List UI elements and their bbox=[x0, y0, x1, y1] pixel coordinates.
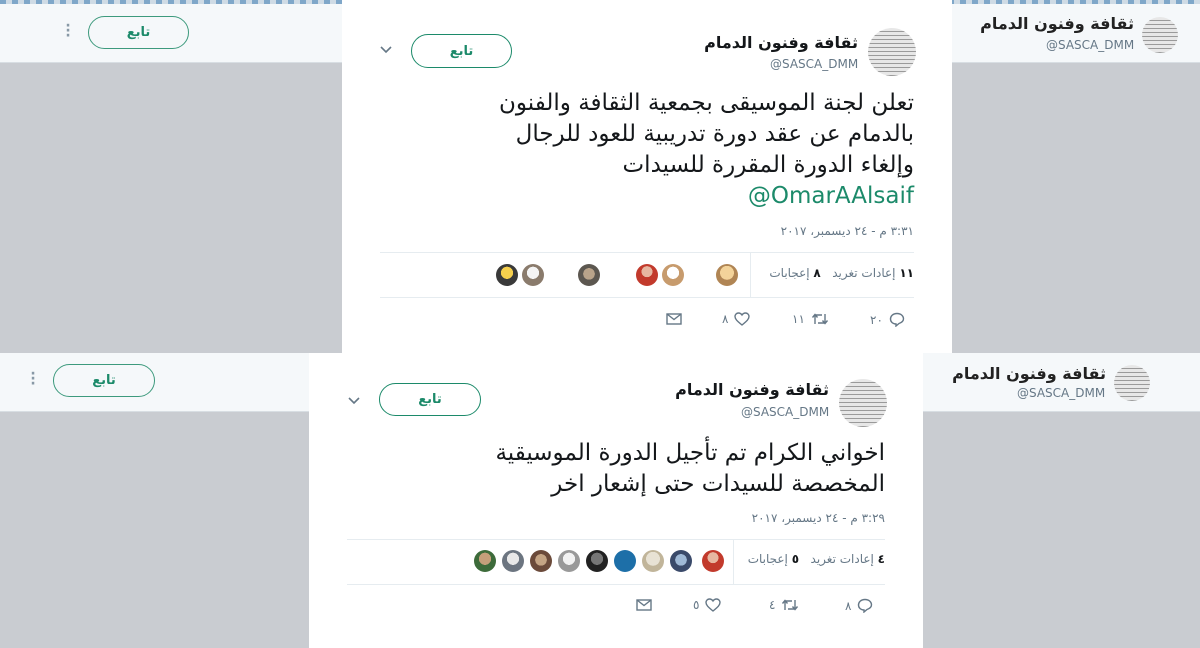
reply-count: ٢٠ bbox=[870, 312, 883, 327]
account-name[interactable]: ثقافة وفنون الدمام bbox=[675, 380, 829, 399]
retweet-icon bbox=[811, 313, 828, 325]
tweet-timestamp[interactable]: ٣:٢٩ م - ٢٤ ديسمبر، ٢٠١٧ bbox=[752, 511, 885, 525]
liker-avatar[interactable] bbox=[670, 550, 692, 572]
like-icon bbox=[734, 312, 751, 326]
tweet-line: تعلن لجنة الموسيقى بجمعية الثقافة والفنو… bbox=[499, 90, 914, 116]
background-account-handle-2: @SASCA_DMM bbox=[1017, 386, 1106, 400]
retweet-count: ١١ bbox=[792, 312, 805, 326]
account-handle[interactable]: @SASCA_DMM bbox=[770, 57, 858, 71]
retweets-count: ٤ bbox=[877, 552, 885, 566]
liker-avatar[interactable] bbox=[716, 264, 738, 286]
liker-avatar[interactable] bbox=[522, 264, 544, 286]
liker-avatar[interactable] bbox=[586, 550, 608, 572]
like-count: ٥ bbox=[693, 598, 700, 612]
background-account-handle: @SASCA_DMM bbox=[1046, 38, 1135, 52]
tweet-line: اخواني الكرام تم تأجيل الدورة الموسيقية bbox=[495, 440, 885, 466]
divider bbox=[347, 584, 885, 585]
reply-action[interactable]: ٨ bbox=[845, 598, 873, 613]
follow-button[interactable]: تابع bbox=[411, 34, 512, 68]
background-account-name-2: ثقافة وفنون الدمام bbox=[952, 364, 1106, 383]
account-handle[interactable]: @SASCA_DMM bbox=[741, 405, 829, 419]
like-icon bbox=[705, 598, 722, 612]
account-avatar[interactable] bbox=[839, 379, 887, 427]
likes-label: إعجابات bbox=[769, 266, 810, 280]
tweet-card-2: ثقافة وفنون الدمام @SASCA_DMM تابع اخوان… bbox=[309, 353, 923, 648]
tweet-text: تعلن لجنة الموسيقى بجمعية الثقافة والفنو… bbox=[499, 88, 914, 212]
liker-avatar[interactable] bbox=[578, 264, 600, 286]
background-follow-button[interactable]: تابع bbox=[88, 16, 189, 49]
message-icon bbox=[636, 599, 652, 611]
like-action[interactable]: ٨ bbox=[722, 312, 751, 326]
background-account-logo bbox=[1142, 17, 1178, 53]
background-account-name: ثقافة وفنون الدمام bbox=[980, 14, 1134, 33]
tweet-stats[interactable]: ٤ إعادات تغريد ٥ إعجابات bbox=[748, 552, 885, 566]
chevron-down-icon[interactable] bbox=[380, 44, 392, 57]
reply-action[interactable]: ٢٠ bbox=[870, 312, 905, 327]
account-name[interactable]: ثقافة وفنون الدمام bbox=[704, 33, 858, 52]
account-avatar[interactable] bbox=[868, 28, 916, 76]
chevron-down-icon[interactable] bbox=[348, 395, 360, 408]
liker-avatar[interactable] bbox=[474, 550, 496, 572]
message-action[interactable] bbox=[636, 599, 652, 611]
reply-icon bbox=[889, 312, 905, 327]
liker-avatar[interactable] bbox=[502, 550, 524, 572]
divider bbox=[347, 539, 885, 540]
follow-button[interactable]: تابع bbox=[379, 383, 481, 416]
liker-avatar[interactable] bbox=[558, 550, 580, 572]
divider bbox=[750, 253, 751, 297]
liker-avatar[interactable] bbox=[636, 264, 658, 286]
liker-avatar[interactable] bbox=[642, 550, 664, 572]
reply-icon bbox=[858, 598, 873, 613]
liker-avatar[interactable] bbox=[702, 550, 724, 572]
tweet-text: اخواني الكرام تم تأجيل الدورة الموسيقية … bbox=[495, 438, 885, 500]
liker-avatar[interactable] bbox=[530, 550, 552, 572]
retweets-label: إعادات تغريد bbox=[810, 552, 874, 566]
liker-avatar[interactable] bbox=[662, 264, 684, 286]
tweet-line: وإلغاء الدورة المقررة للسيدات bbox=[622, 152, 914, 178]
liker-avatar[interactable] bbox=[614, 550, 636, 572]
tweet-stats[interactable]: ١١ إعادات تغريد ٨ إعجابات bbox=[769, 266, 914, 280]
divider bbox=[733, 540, 734, 584]
retweets-label: إعادات تغريد bbox=[832, 266, 896, 280]
tweet-line: بالدمام عن عقد دورة تدريبية للعود للرجال bbox=[515, 121, 914, 147]
retweet-icon bbox=[782, 599, 799, 611]
divider bbox=[380, 252, 914, 253]
retweets-count: ١١ bbox=[899, 266, 914, 280]
tweet-timestamp[interactable]: ٣:٣١ م - ٢٤ ديسمبر، ٢٠١٧ bbox=[781, 224, 914, 238]
more-dots-icon[interactable]: · · · bbox=[28, 367, 38, 391]
divider bbox=[380, 297, 914, 298]
like-action[interactable]: ٥ bbox=[693, 598, 722, 612]
background-account-logo-2 bbox=[1114, 365, 1150, 401]
retweet-action[interactable]: ١١ bbox=[792, 312, 829, 326]
mention-link[interactable]: @OmarAAlsaif bbox=[499, 181, 914, 212]
reply-count: ٨ bbox=[845, 598, 852, 613]
more-dots-icon[interactable]: · · · bbox=[63, 19, 73, 43]
background-follow-button-2[interactable]: تابع bbox=[53, 364, 155, 397]
tweet-line: المخصصة للسيدات حتى إشعار اخر bbox=[551, 471, 885, 497]
message-action[interactable] bbox=[666, 313, 682, 325]
liker-avatar[interactable] bbox=[496, 264, 518, 286]
tweet-card-1: ثقافة وفنون الدمام @SASCA_DMM تابع تعلن … bbox=[342, 0, 952, 353]
likes-label: إعجابات bbox=[747, 552, 788, 566]
retweet-count: ٤ bbox=[769, 598, 776, 612]
like-count: ٨ bbox=[722, 312, 729, 326]
message-icon bbox=[666, 313, 682, 325]
likes-count: ٨ bbox=[813, 266, 821, 280]
retweet-action[interactable]: ٤ bbox=[769, 598, 799, 612]
likes-count: ٥ bbox=[791, 552, 800, 566]
